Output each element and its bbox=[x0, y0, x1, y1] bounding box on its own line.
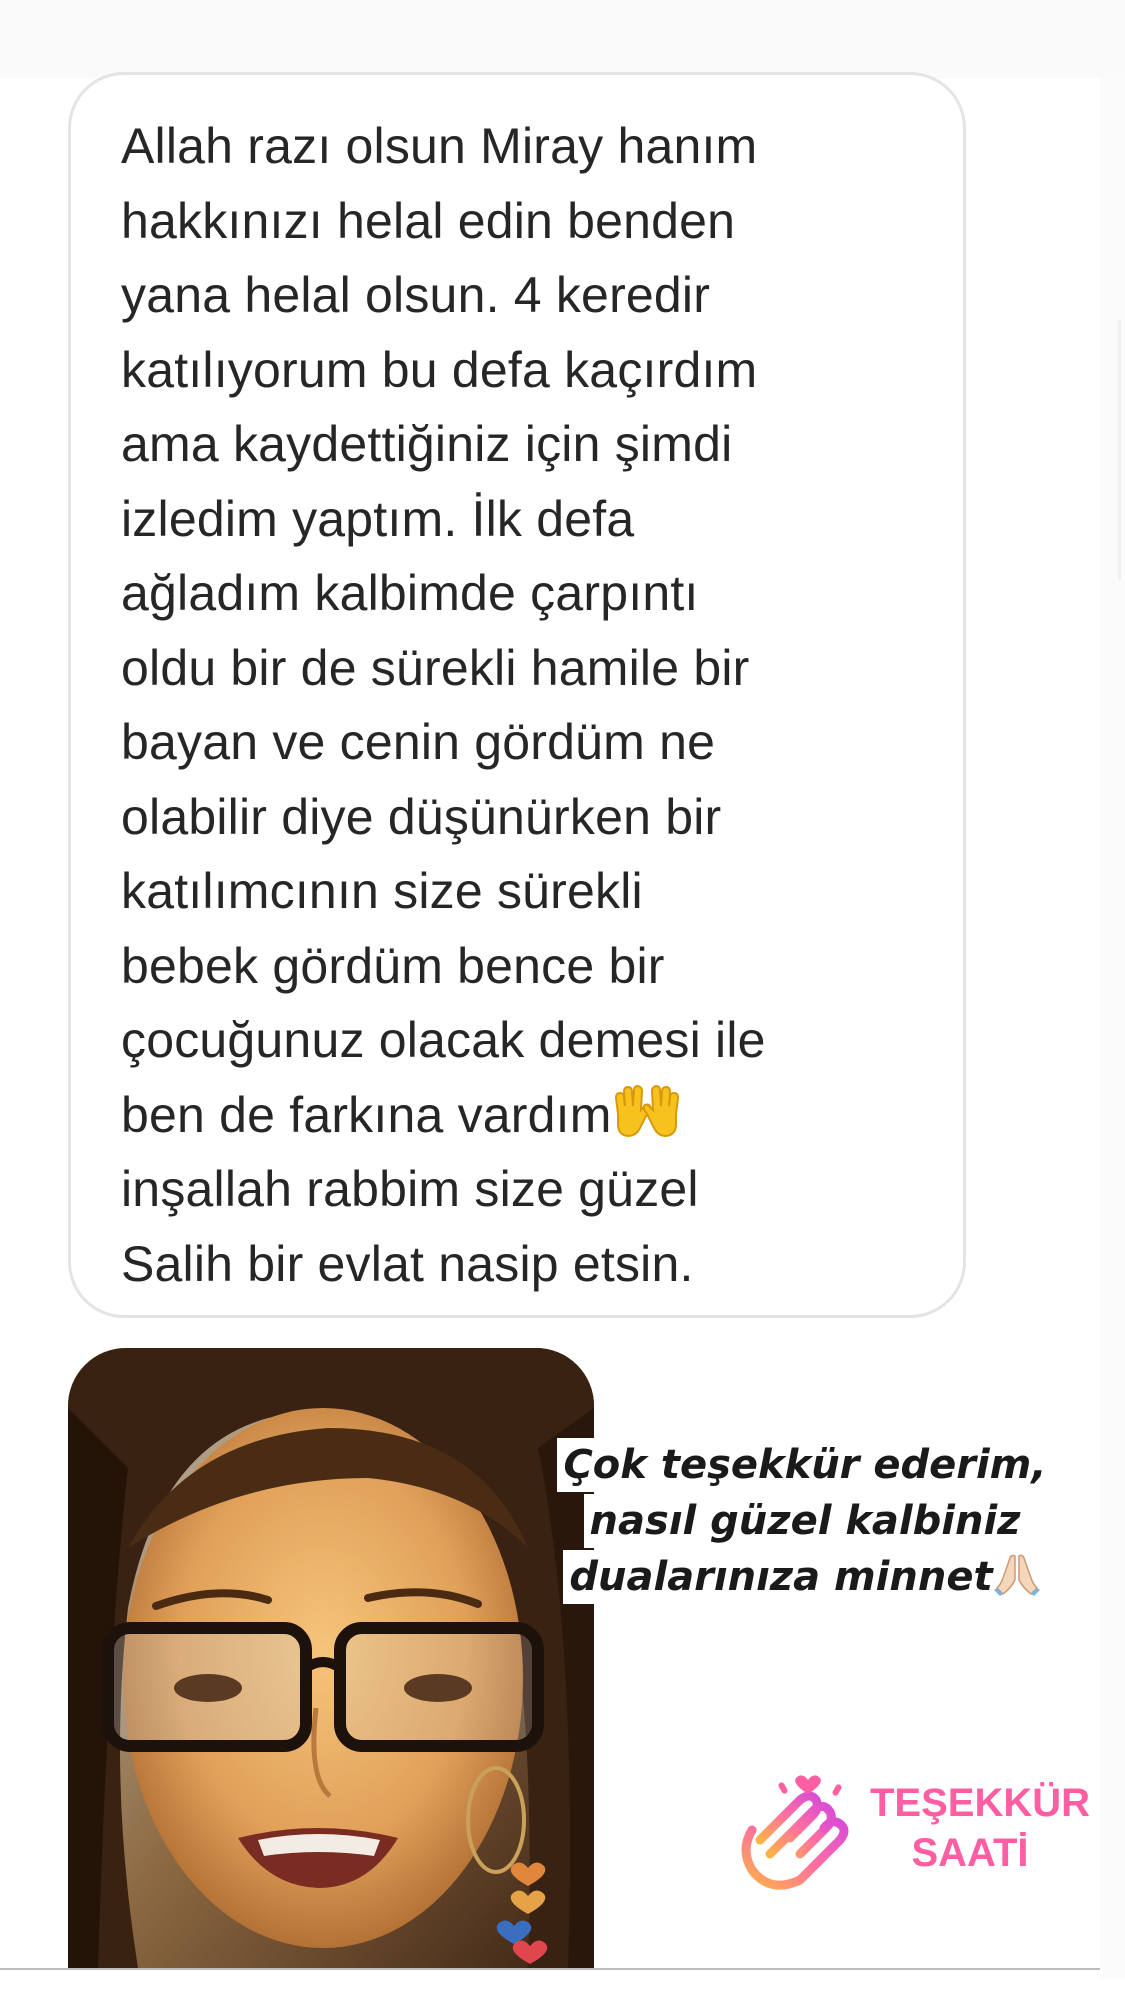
open-hands-emoji-icon bbox=[614, 1084, 679, 1137]
message-line: ama kaydettiğiniz için şimdi bbox=[121, 416, 733, 472]
caption-line-2: nasıl güzel kalbiniz bbox=[583, 1494, 1027, 1548]
message-line: ben de farkına vardım bbox=[121, 1086, 612, 1143]
live-video-frame bbox=[68, 1348, 594, 1968]
caption-line-1: Çok teşekkür ederim, bbox=[557, 1438, 1053, 1492]
message-line: yana helal olsun. 4 keredir bbox=[121, 267, 711, 323]
thank-you-hour-sticker: TEŞEKKÜR SAATİ bbox=[730, 1770, 1090, 1900]
sticker-line-1: TEŞEKKÜR bbox=[870, 1781, 1091, 1825]
clapping-hands-icon bbox=[741, 1775, 849, 1890]
message-line: bayan ve cenin gördüm ne bbox=[121, 714, 716, 770]
story-caption: Çok teşekkür ederim, nasıl güzel kalbini… bbox=[540, 1437, 1070, 1605]
message-line: izledim yaptım. İlk defa bbox=[121, 490, 635, 547]
caption-line-3: dualarınıza minnet bbox=[563, 1550, 1047, 1604]
caption-line-3-text: dualarınıza minnet bbox=[569, 1554, 993, 1600]
video-person-image bbox=[68, 1348, 594, 1968]
bottom-divider bbox=[0, 1968, 1100, 1970]
sticker-line-2: SAATİ bbox=[911, 1831, 1029, 1875]
message-bubble: Allah razı olsun Miray hanım hakkınızı he… bbox=[68, 72, 966, 1318]
message-line: Allah razı olsun Miray hanım bbox=[121, 118, 758, 174]
message-line: ağladım kalbimde çarpıntı bbox=[121, 565, 699, 621]
folded-hands-emoji-icon bbox=[993, 1554, 1040, 1596]
message-line: oldu bir de sürekli hamile bir bbox=[121, 639, 750, 696]
scroll-indicator bbox=[1118, 320, 1121, 580]
message-line: katılımcının size sürekli bbox=[121, 863, 643, 919]
message-line: hakkınızı helal edin benden bbox=[121, 192, 736, 249]
right-edge-strip bbox=[1100, 78, 1125, 1978]
message-line: Salih bir evlat nasip etsin. bbox=[121, 1235, 694, 1292]
message-text: Allah razı olsun Miray hanım hakkınızı he… bbox=[121, 109, 923, 1301]
sticker-label: TEŞEKKÜR SAATİ bbox=[870, 1778, 1090, 1878]
message-line: katılıyorum bu defa kaçırdım bbox=[121, 341, 758, 398]
message-line: bebek gördüm bence bir bbox=[121, 937, 665, 994]
message-line: inşallah rabbim size güzel bbox=[121, 1161, 699, 1217]
message-line: olabilir diye düşünürken bir bbox=[121, 788, 722, 845]
message-line: çocuğunuz olacak demesi ile bbox=[121, 1012, 766, 1068]
top-status-strip bbox=[0, 0, 1125, 78]
